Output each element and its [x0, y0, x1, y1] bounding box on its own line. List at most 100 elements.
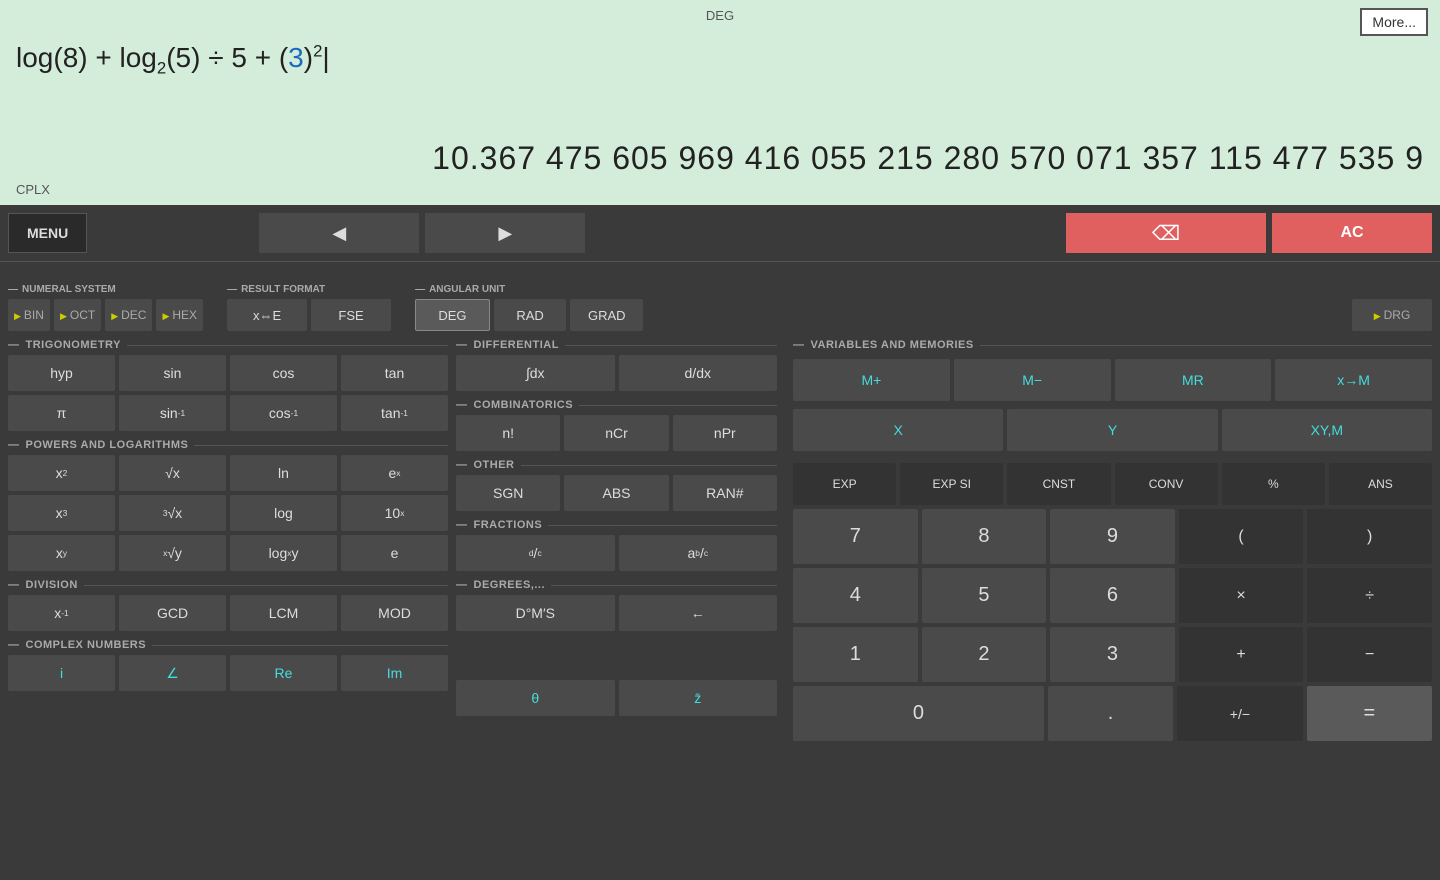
bin-button[interactable]: BIN: [8, 299, 50, 331]
back-button[interactable]: ◀: [259, 213, 419, 253]
ten-x-button[interactable]: 10x: [341, 495, 448, 531]
nfact-button[interactable]: n!: [456, 415, 560, 451]
deg-label: DEG: [706, 8, 734, 23]
minus-button[interactable]: −: [1307, 627, 1432, 682]
xm-button[interactable]: x→M: [1275, 359, 1432, 401]
mod-button[interactable]: MOD: [341, 595, 448, 631]
ncr-button[interactable]: nCr: [564, 415, 668, 451]
derivative-button[interactable]: d/dx: [619, 355, 778, 391]
zero-button[interactable]: 0: [793, 686, 1044, 741]
numeral-system-group: NUMERAL SYSTEM BIN OCT DEC HEX: [8, 284, 203, 331]
multiply-button[interactable]: ×: [1179, 568, 1304, 623]
sgn-button[interactable]: SGN: [456, 475, 560, 511]
degrees-arrow-button[interactable]: ←: [619, 595, 778, 631]
vars-header: VARIABLES AND MEMORIES: [793, 339, 1432, 351]
result-display: 10.367 475 605 969 416 055 215 280 570 0…: [432, 140, 1424, 177]
lparen-button[interactable]: (: [1179, 509, 1304, 564]
highlighted-number: 3: [288, 42, 304, 73]
xinv-button[interactable]: x-1: [8, 595, 115, 631]
lcm-button[interactable]: LCM: [230, 595, 337, 631]
y-button[interactable]: Y: [1007, 409, 1217, 451]
npr-button[interactable]: nPr: [673, 415, 777, 451]
ac-button[interactable]: AC: [1272, 213, 1432, 253]
grad-button[interactable]: GRAD: [570, 299, 643, 331]
cnst-button[interactable]: CNST: [1007, 463, 1110, 505]
abc-button[interactable]: a b/c: [619, 535, 778, 571]
xym-button[interactable]: XY,M: [1222, 409, 1432, 451]
cos-button[interactable]: cos: [230, 355, 337, 391]
log-button[interactable]: log: [230, 495, 337, 531]
four-button[interactable]: 4: [793, 568, 918, 623]
sqrt-button[interactable]: √x: [119, 455, 226, 491]
mplus-button[interactable]: M+: [793, 359, 950, 401]
equals-button[interactable]: =: [1307, 686, 1432, 741]
five-button[interactable]: 5: [922, 568, 1047, 623]
left-col: TRIGONOMETRY hyp sin cos tan π sin-1 cos…: [8, 331, 448, 720]
eight-button[interactable]: 8: [922, 509, 1047, 564]
percent-button[interactable]: %: [1222, 463, 1325, 505]
seven-button[interactable]: 7: [793, 509, 918, 564]
sin-inv-button[interactable]: sin-1: [119, 395, 226, 431]
dc-button[interactable]: d/c: [456, 535, 615, 571]
cbrt-button[interactable]: 3√x: [119, 495, 226, 531]
logxy-button[interactable]: logxy: [230, 535, 337, 571]
xrt-button[interactable]: x√y: [119, 535, 226, 571]
oct-button[interactable]: OCT: [54, 299, 101, 331]
xy-button[interactable]: xy: [8, 535, 115, 571]
drg-button[interactable]: DRG: [1352, 299, 1432, 331]
hyp-button[interactable]: hyp: [8, 355, 115, 391]
angle-button[interactable]: ∠: [119, 655, 226, 691]
exp-button[interactable]: EXP: [793, 463, 896, 505]
posneg-button[interactable]: +/−: [1177, 686, 1302, 741]
im-button[interactable]: Im: [341, 655, 448, 691]
x2-button[interactable]: x2: [8, 455, 115, 491]
abs-button[interactable]: ABS: [564, 475, 668, 511]
ans-button[interactable]: ANS: [1329, 463, 1432, 505]
x3-button[interactable]: x3: [8, 495, 115, 531]
mminus-button[interactable]: M−: [954, 359, 1111, 401]
mid-col: DIFFERENTIAL ∫dx d/dx COMBINATORICS n! n…: [456, 331, 777, 720]
more-button[interactable]: More...: [1360, 8, 1428, 36]
xe-button[interactable]: x⇔E: [227, 299, 307, 331]
gcd-button[interactable]: GCD: [119, 595, 226, 631]
expsi-button[interactable]: EXP SI: [900, 463, 1003, 505]
forward-button[interactable]: ▶: [425, 213, 585, 253]
re-button[interactable]: Re: [230, 655, 337, 691]
i-button[interactable]: i: [8, 655, 115, 691]
theta-button[interactable]: θ: [456, 680, 615, 716]
sin-button[interactable]: sin: [119, 355, 226, 391]
ran-button[interactable]: RAN#: [673, 475, 777, 511]
backspace-icon: ⌫: [1152, 221, 1180, 246]
ln-button[interactable]: ln: [230, 455, 337, 491]
dec-button[interactable]: DEC: [105, 299, 152, 331]
decimal-button[interactable]: .: [1048, 686, 1173, 741]
dms-button[interactable]: D°M′S: [456, 595, 615, 631]
divide-button[interactable]: ÷: [1307, 568, 1432, 623]
mr-button[interactable]: MR: [1115, 359, 1272, 401]
ex-button[interactable]: ex: [341, 455, 448, 491]
plus-button[interactable]: +: [1179, 627, 1304, 682]
nine-button[interactable]: 9: [1050, 509, 1175, 564]
e-button[interactable]: e: [341, 535, 448, 571]
six-button[interactable]: 6: [1050, 568, 1175, 623]
complex-header: COMPLEX NUMBERS: [8, 639, 448, 651]
conv-button[interactable]: CONV: [1115, 463, 1218, 505]
integral-button[interactable]: ∫dx: [456, 355, 615, 391]
hex-button[interactable]: HEX: [156, 299, 203, 331]
tan-inv-button[interactable]: tan-1: [341, 395, 448, 431]
one-button[interactable]: 1: [793, 627, 918, 682]
tan-button[interactable]: tan: [341, 355, 448, 391]
two-button[interactable]: 2: [922, 627, 1047, 682]
menu-button[interactable]: MENU: [8, 213, 87, 253]
deg-button[interactable]: DEG: [415, 299, 490, 331]
three-button[interactable]: 3: [1050, 627, 1175, 682]
division-header: DIVISION: [8, 579, 448, 591]
backspace-button[interactable]: ⌫: [1066, 213, 1266, 253]
rad-button[interactable]: RAD: [494, 299, 567, 331]
x-button[interactable]: X: [793, 409, 1003, 451]
rparen-button[interactable]: ): [1307, 509, 1432, 564]
cos-inv-button[interactable]: cos-1: [230, 395, 337, 431]
conj-button[interactable]: z̄: [619, 680, 778, 716]
fse-button[interactable]: FSE: [311, 299, 391, 331]
pi-button[interactable]: π: [8, 395, 115, 431]
